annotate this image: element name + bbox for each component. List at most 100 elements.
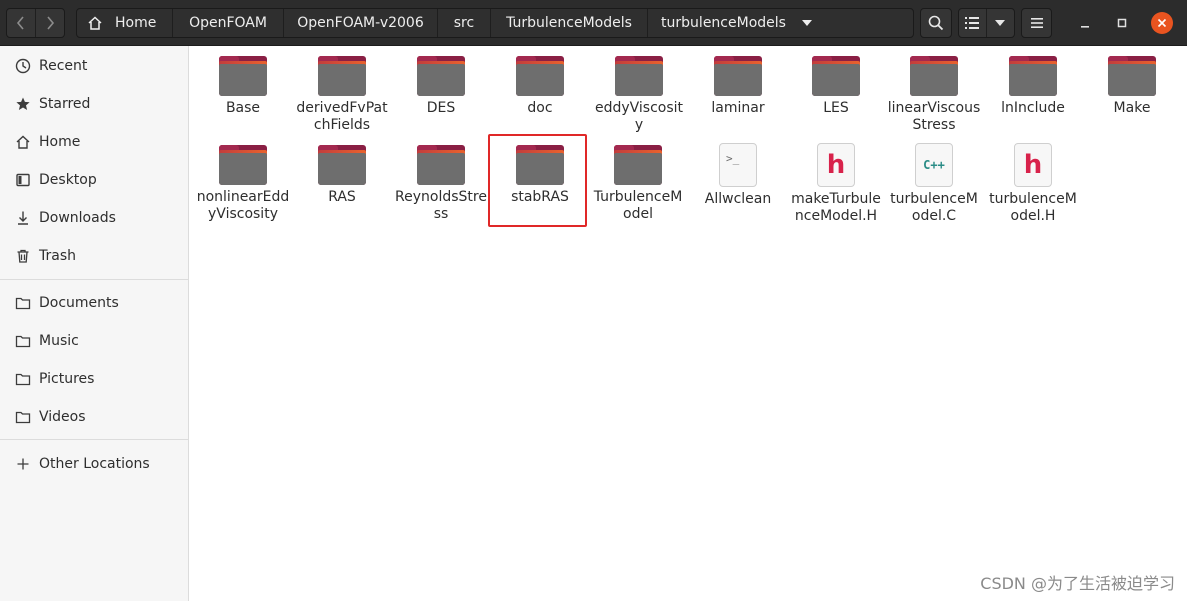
breadcrumb-menu-button[interactable] [791, 9, 823, 37]
sidebar-item-home[interactable]: Home [0, 125, 188, 159]
file-item-script[interactable]: >_ Allwclean [690, 143, 786, 208]
sidebar-item-documents[interactable]: Documents [0, 286, 188, 320]
sidebar-separator [0, 279, 188, 280]
script-file-icon: >_ [719, 143, 757, 187]
clock-icon [14, 57, 32, 75]
folder-icon [318, 56, 366, 96]
caret-down-icon [995, 20, 1006, 26]
folder-icon [14, 408, 32, 426]
folder-icon [516, 145, 564, 185]
sidebar-item-label: Starred [39, 96, 91, 112]
file-item-folder[interactable]: LES [788, 56, 884, 117]
star-icon [14, 95, 32, 113]
breadcrumb-openfoam[interactable]: OpenFOAM [173, 9, 284, 37]
plus-icon [14, 455, 32, 473]
file-item-folder[interactable]: eddyViscosity [591, 56, 687, 134]
header-file-icon: h [817, 143, 855, 187]
file-name: DES [426, 100, 456, 116]
search-button[interactable] [920, 8, 952, 38]
back-button[interactable] [7, 9, 35, 37]
file-item-folder[interactable]: Base [195, 56, 291, 117]
file-item-folder[interactable]: TurbulenceModel [590, 145, 686, 223]
breadcrumb-openfoam-v2006[interactable]: OpenFOAM-v2006 [284, 9, 438, 37]
folder-icon [1108, 56, 1156, 96]
maximize-button[interactable] [1112, 13, 1132, 33]
download-icon [14, 209, 32, 227]
file-view: Base derivedFvPatchFields DES doc eddyVi… [190, 46, 1187, 601]
file-name: laminar [711, 100, 765, 116]
file-item-folder[interactable]: nonlinearEddyViscosity [195, 145, 291, 223]
folder-icon [417, 145, 465, 185]
folder-icon [14, 332, 32, 350]
file-item-folder[interactable]: linearViscousStress [886, 56, 982, 134]
sidebar-item-recent[interactable]: Recent [0, 49, 188, 83]
breadcrumb-label: Home [115, 15, 157, 31]
close-button[interactable] [1151, 12, 1173, 34]
sidebar-item-label: Pictures [39, 371, 95, 387]
file-name: Allwclean [704, 191, 772, 207]
main-menu-button[interactable] [1021, 8, 1052, 38]
folder-icon [910, 56, 958, 96]
file-item-folder[interactable]: laminar [690, 56, 786, 117]
file-name: derivedFvPatchFields [296, 100, 388, 133]
minimize-icon [1081, 26, 1089, 28]
file-item-header[interactable]: h turbulenceModel.H [985, 143, 1081, 225]
file-name: RAS [328, 189, 356, 205]
file-name: nonlinearEddyViscosity [196, 189, 290, 222]
file-name: linearViscousStress [887, 100, 981, 133]
list-view-button[interactable] [959, 9, 987, 37]
file-item-folder[interactable]: doc [492, 56, 588, 117]
home-icon [14, 133, 32, 151]
breadcrumb-label: src [453, 15, 475, 31]
file-item-folder[interactable]: ReynoldsStress [393, 145, 489, 223]
watermark: CSDN @为了生活被迫学习 [980, 574, 1175, 593]
folder-icon [14, 370, 32, 388]
file-item-header[interactable]: h makeTurbulenceModel.H [788, 143, 884, 225]
sidebar-item-music[interactable]: Music [0, 324, 188, 358]
cpp-file-icon: C++ [915, 143, 953, 187]
file-item-folder[interactable]: lnInclude [985, 56, 1081, 117]
sidebar-item-other-locations[interactable]: Other Locations [0, 447, 188, 481]
view-toggle-group [958, 8, 1015, 38]
sidebar-item-pictures[interactable]: Pictures [0, 362, 188, 396]
breadcrumb-turbulencemodels-current[interactable]: turbulenceModels [648, 9, 799, 37]
sidebar-item-label: Desktop [39, 172, 97, 188]
file-item-folder[interactable]: derivedFvPatchFields [294, 56, 390, 134]
file-name: lnInclude [1001, 100, 1065, 116]
chevron-right-icon [47, 16, 55, 30]
file-item-folder-stabras[interactable]: stabRAS [492, 145, 588, 206]
breadcrumb-src[interactable]: src [438, 9, 491, 37]
file-name: Make [1113, 100, 1151, 116]
folder-icon [1009, 56, 1057, 96]
file-name: makeTurbulenceModel.H [791, 191, 881, 224]
file-name: turbulenceModel.C [890, 191, 978, 224]
list-icon [965, 17, 980, 29]
file-name: turbulenceModel.H [989, 191, 1077, 224]
sidebar-item-videos[interactable]: Videos [0, 400, 188, 434]
file-item-folder[interactable]: DES [393, 56, 489, 117]
trash-icon [14, 247, 32, 265]
file-name: ReynoldsStress [395, 189, 487, 222]
file-item-folder[interactable]: RAS [294, 145, 390, 206]
places-sidebar: Recent Starred Home Desktop Downloads Tr… [0, 46, 189, 601]
header-file-icon: h [1014, 143, 1052, 187]
search-icon [928, 15, 944, 31]
file-name: doc [527, 100, 553, 116]
breadcrumb-home[interactable]: Home [77, 9, 173, 37]
minimize-button[interactable] [1075, 13, 1095, 33]
breadcrumb-label: TurbulenceModels [506, 15, 632, 31]
file-item-folder[interactable]: Make [1084, 56, 1180, 117]
path-bar: Home OpenFOAM OpenFOAM-v2006 src Turbule… [76, 8, 914, 38]
breadcrumb-turbulencemodels-upper[interactable]: TurbulenceModels [491, 9, 648, 37]
sidebar-item-label: Documents [39, 295, 119, 311]
header-bar: Home OpenFOAM OpenFOAM-v2006 src Turbule… [0, 0, 1187, 46]
forward-button[interactable] [35, 9, 64, 37]
sidebar-item-starred[interactable]: Starred [0, 87, 188, 121]
sidebar-item-desktop[interactable]: Desktop [0, 163, 188, 197]
view-options-button[interactable] [987, 9, 1014, 37]
folder-icon [615, 56, 663, 96]
folder-icon [714, 56, 762, 96]
sidebar-item-downloads[interactable]: Downloads [0, 201, 188, 235]
file-item-cpp[interactable]: C++ turbulenceModel.C [886, 143, 982, 225]
sidebar-item-trash[interactable]: Trash [0, 239, 188, 273]
